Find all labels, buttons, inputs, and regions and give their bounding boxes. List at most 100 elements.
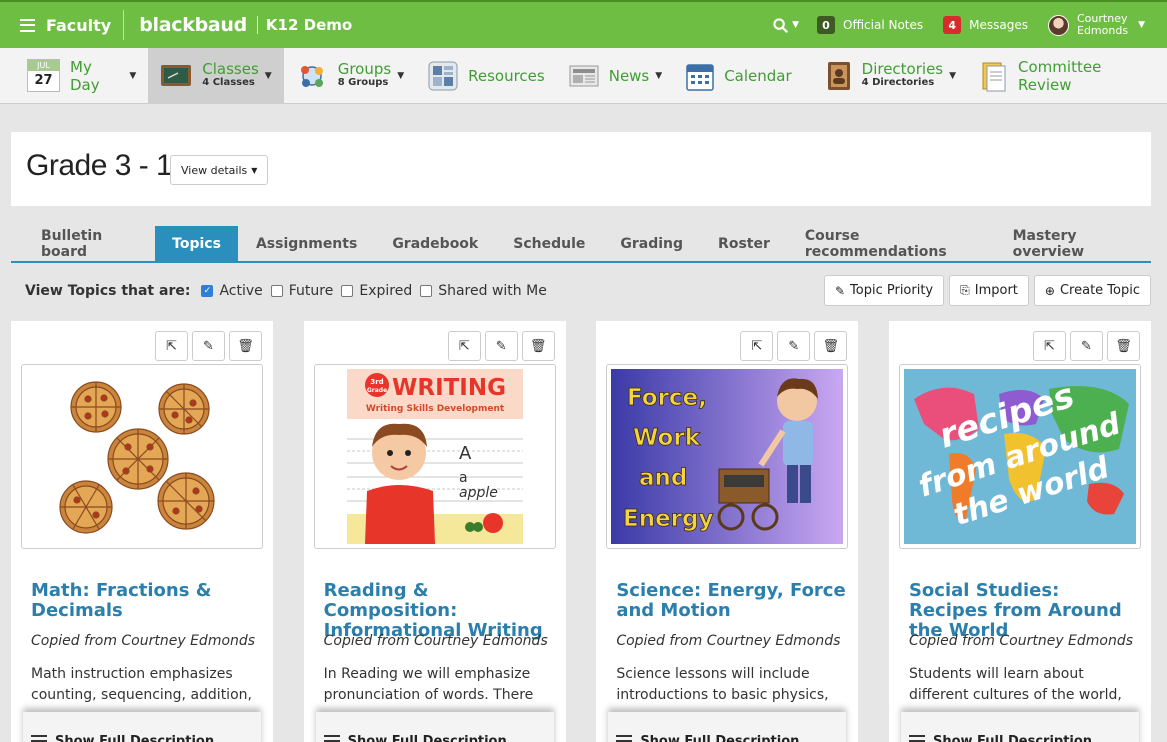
chevron-down-icon: ▼	[949, 70, 957, 81]
topic-image[interactable]	[21, 364, 263, 549]
plus-circle-icon: ⊕	[1044, 283, 1055, 298]
show-full-description-button[interactable]: Show Full Description	[900, 712, 1139, 742]
chevron-down-icon: ▼	[129, 70, 137, 81]
image-text-line: Force,	[627, 385, 707, 411]
nav-label: Classes	[202, 59, 259, 78]
official-notes-link[interactable]: 0 Official Notes	[817, 16, 923, 34]
search-icon	[773, 17, 788, 33]
messages-link[interactable]: 4 Messages	[943, 16, 1028, 34]
page-title: Grade 3 - 1	[26, 149, 173, 182]
share-button[interactable]: ⇱	[1032, 331, 1066, 361]
nav-classes[interactable]: Classes 4 Classes ▼	[148, 47, 284, 104]
topic-title-link[interactable]: Reading & Composition: Informational Wri…	[324, 581, 554, 641]
writing-letter-big: A	[459, 443, 472, 464]
writing-subheading: Writing Skills Development	[365, 404, 504, 414]
checkbox-icon[interactable]	[270, 285, 283, 297]
nav-news[interactable]: News ▼	[557, 48, 674, 104]
chevron-down-icon: ▼	[397, 70, 405, 81]
delete-button[interactable]: 🗑	[1106, 331, 1140, 361]
topic-description: Math instruction emphasizes counting, se…	[31, 666, 252, 703]
delete-button[interactable]: 🗑	[521, 331, 555, 361]
topic-actions: ✎ Topic Priority ⎘ Import ⊕ Create Topic	[819, 275, 1151, 306]
chevron-down-icon: ▼	[264, 70, 272, 81]
topic-image[interactable]: Force, Work and Energy	[606, 364, 849, 549]
tab-assignments[interactable]: Assignments	[239, 226, 374, 261]
topic-title-link[interactable]: Social Studies: Recipes from Around the …	[909, 581, 1139, 641]
share-button[interactable]: ⇱	[447, 331, 481, 361]
nav-groups[interactable]: Groups 8 Groups ▼	[284, 48, 416, 104]
show-full-description-button[interactable]: Show Full Description	[315, 712, 554, 742]
show-full-description-button[interactable]: Show Full Description	[608, 712, 847, 742]
button-label: Import	[974, 283, 1018, 298]
import-button[interactable]: ⎘ Import	[949, 275, 1029, 306]
delete-button[interactable]: 🗑	[814, 331, 848, 361]
top-bar: Faculty blackbaud K12 Demo ▼ 0 Official …	[0, 0, 1167, 48]
checkbox-icon[interactable]	[420, 285, 433, 297]
button-label: Create Topic	[1059, 283, 1140, 298]
nav-calendar[interactable]: Calendar	[674, 48, 803, 104]
topic-description: In Reading we will emphasize pronunciati…	[323, 666, 534, 703]
edit-button[interactable]: ✎	[777, 331, 811, 361]
share-button[interactable]: ⇱	[740, 331, 774, 361]
edit-button[interactable]: ✎	[1069, 331, 1103, 361]
tab-schedule[interactable]: Schedule	[496, 226, 602, 261]
tab-bulletin-board[interactable]: Bulletin board	[11, 226, 154, 261]
view-details-label: View details	[181, 163, 248, 177]
class-header: Grade 3 - 1 View details ▼	[11, 132, 1151, 206]
edit-button[interactable]: ✎	[192, 331, 225, 361]
topic-title-link[interactable]: Science: Energy, Force and Motion	[616, 581, 846, 621]
nav-label: Groups	[337, 59, 392, 78]
groups-icon	[300, 65, 323, 87]
checkbox-checked-icon[interactable]: ✓	[201, 285, 214, 297]
text-lines-icon	[908, 734, 925, 742]
checkbox-icon[interactable]	[341, 285, 354, 297]
tab-grading[interactable]: Grading	[603, 226, 700, 261]
view-details-button[interactable]: View details ▼	[170, 155, 269, 185]
topic-image[interactable]: recipes from around the world	[898, 364, 1141, 549]
nav-my-day[interactable]: JUL 27 My Day ▼	[0, 48, 148, 104]
filter-active[interactable]: ✓ Active	[199, 283, 263, 299]
hamburger-menu-icon[interactable]	[20, 18, 35, 32]
tab-topics[interactable]: Topics	[155, 226, 238, 261]
tab-gradebook[interactable]: Gradebook	[375, 226, 495, 261]
trash-icon: 🗑	[1115, 338, 1132, 354]
tab-course-recommendations[interactable]: Course recommendations	[788, 226, 995, 261]
image-text-line: Energy	[623, 506, 713, 532]
filter-option-label: Shared with Me	[438, 283, 547, 299]
filter-expired[interactable]: Expired	[339, 283, 412, 299]
text-lines-icon	[31, 734, 47, 742]
chalkboard-icon	[161, 64, 192, 86]
delete-button[interactable]: 🗑	[229, 331, 262, 361]
nav-sublabel: 4 Classes	[202, 76, 255, 88]
pencil-icon: ✎	[788, 338, 800, 354]
filter-future[interactable]: Future	[269, 283, 333, 299]
main-content: Grade 3 - 1 View details ▼ Bulletin boar…	[0, 105, 1167, 742]
share-button[interactable]: ⇱	[155, 331, 188, 361]
search-button[interactable]: ▼	[773, 17, 799, 33]
filter-shared[interactable]: Shared with Me	[418, 283, 547, 299]
school-name: K12 Demo	[265, 16, 353, 34]
messages-label: Messages	[969, 18, 1028, 32]
image-text-line: Work	[633, 425, 701, 451]
avatar	[1048, 14, 1069, 36]
writing-letter-small: a	[459, 470, 468, 486]
topic-card: ⇱ ✎ 🗑 recipes from around the world Soci…	[888, 321, 1151, 742]
blackbaud-logo[interactable]: blackbaud	[139, 14, 247, 36]
topic-image[interactable]: 3rd Grade WRITING Writing Skills Develop…	[313, 364, 556, 549]
edit-button[interactable]: ✎	[484, 331, 518, 361]
nav-label: Resources	[468, 66, 545, 85]
topic-title-link[interactable]: Math: Fractions & Decimals	[31, 581, 261, 621]
nav-resources[interactable]: Resources	[416, 48, 557, 104]
topic-copied-from: Copied from Courtney Edmonds	[31, 633, 256, 649]
calendar-month: JUL	[28, 60, 59, 71]
tab-roster[interactable]: Roster	[701, 226, 787, 261]
nav-directories[interactable]: Directories 4 Directories ▼	[814, 48, 968, 104]
nav-committee-review[interactable]: Committee Review	[968, 48, 1167, 104]
topic-priority-button[interactable]: ✎ Topic Priority	[823, 275, 945, 306]
topic-filter: View Topics that are: ✓ Active Future Exp…	[25, 283, 553, 299]
tab-mastery-overview[interactable]: Mastery overview	[996, 226, 1150, 261]
faculty-menu-label[interactable]: Faculty	[46, 16, 111, 35]
show-full-description-button[interactable]: Show Full Description	[23, 712, 261, 742]
create-topic-button[interactable]: ⊕ Create Topic	[1033, 275, 1151, 306]
user-menu[interactable]: Courtney Edmonds ▼	[1048, 13, 1145, 37]
